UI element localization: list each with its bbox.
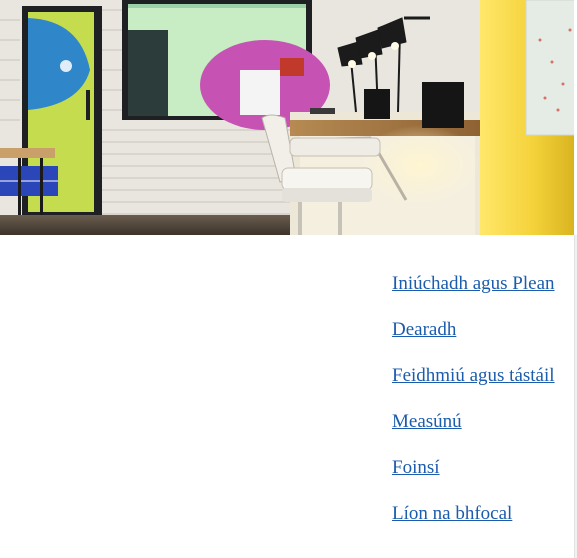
hero-image — [0, 0, 577, 235]
nav-item-sources: Foinsí — [392, 454, 555, 500]
nav-item-design: Dearadh — [392, 316, 555, 362]
link-sources[interactable]: Foinsí — [392, 457, 440, 478]
link-evaluation[interactable]: Measúnú — [392, 411, 462, 432]
link-research-and-plan[interactable]: Iniúchadh agus Plean — [392, 273, 555, 294]
page: Iniúchadh agus Plean Dearadh Feidhmiú ag… — [0, 0, 577, 558]
nav-item-evaluation: Measúnú — [392, 408, 555, 454]
section-nav: Iniúchadh agus Plean Dearadh Feidhmiú ag… — [392, 270, 555, 546]
nav-item-implementation-and-testing: Feidhmiú agus tástáil — [392, 362, 555, 408]
link-implementation-and-testing[interactable]: Feidhmiú agus tástáil — [392, 365, 555, 386]
office-photo — [0, 0, 577, 235]
link-design[interactable]: Dearadh — [392, 319, 456, 340]
nav-item-research-and-plan: Iniúchadh agus Plean — [392, 270, 555, 316]
link-word-count[interactable]: Líon na bhfocal — [392, 503, 512, 524]
nav-item-word-count: Líon na bhfocal — [392, 500, 555, 546]
